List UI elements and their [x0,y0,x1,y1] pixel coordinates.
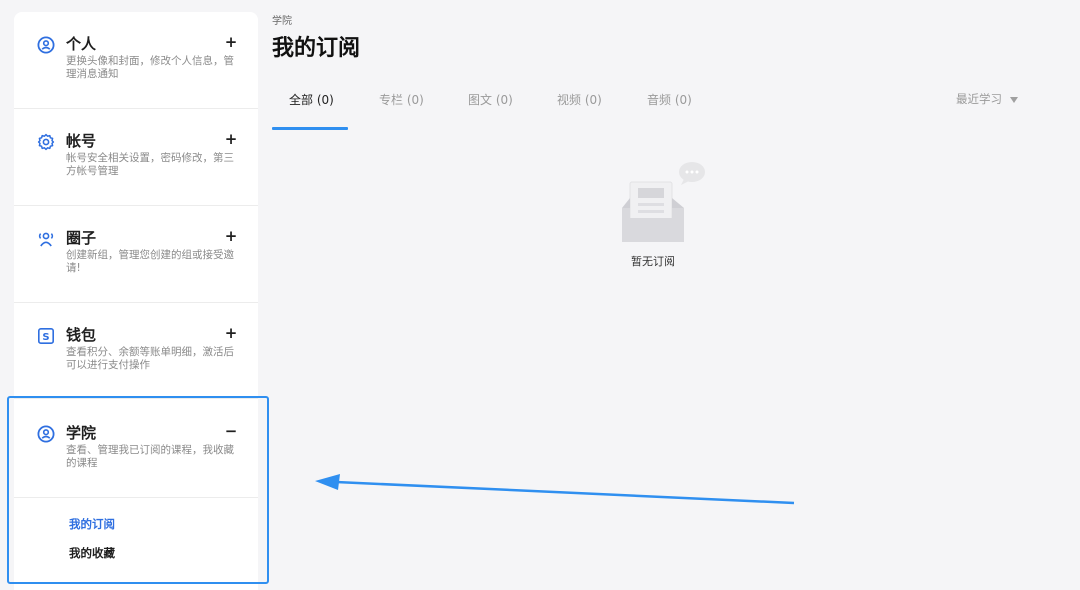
gear-icon [37,133,55,151]
sidebar-section-desc: 查看积分、余额等账单明细，激活后可以进行支付操作 [66,346,234,371]
wallet-icon: S [37,327,54,344]
sidebar-section-personal[interactable]: 个人 + 更换头像和封面，修改个人信息，管理消息通知 [14,12,258,109]
breadcrumb[interactable]: 学院 [272,12,292,27]
sidebar-section-title: 个人 [66,35,97,53]
sidebar-section-groups[interactable]: 圈子 + 创建新组，管理您创建的组或接受邀请! [14,206,258,303]
tab-column[interactable]: 专栏 (0) [379,91,424,108]
svg-text:S: S [42,332,49,343]
sidebar-section-title: 帐号 [66,132,97,150]
sidebar-section-title: 钱包 [66,326,97,344]
active-tab-indicator [272,127,348,130]
empty-inbox-icon [622,162,705,242]
sidebar-section-desc: 创建新组，管理您创建的组或接受邀请! [66,249,234,274]
sort-label: 最近学习 [956,92,1002,106]
tab-video[interactable]: 视频 (0) [557,91,602,108]
sidebar-section-desc: 帐号安全相关设置，密码修改，第三方帐号管理 [66,152,234,177]
sidebar-section-title: 圈子 [66,229,97,247]
empty-state-text: 暂无订阅 [631,255,675,268]
expand-toggle[interactable]: + [224,131,238,147]
tab-audio[interactable]: 音频 (0) [647,91,692,108]
user-circle-icon [37,36,55,54]
expand-toggle[interactable]: + [224,325,238,341]
caret-down-icon [1010,96,1018,103]
expand-toggle[interactable]: + [224,34,238,50]
sidebar-section-wallet[interactable]: S 钱包 + 查看积分、余额等账单明细，激活后可以进行支付操作 [14,303,258,399]
tab-all[interactable]: 全部 (0) [289,91,334,108]
sidebar-section-account[interactable]: 帐号 + 帐号安全相关设置，密码修改，第三方帐号管理 [14,109,258,206]
tab-article[interactable]: 图文 (0) [468,91,513,108]
highlight-box [7,396,269,584]
sort-dropdown[interactable]: 最近学习 [956,91,1018,107]
expand-toggle[interactable]: + [224,228,238,244]
group-icon [38,232,54,247]
page-title: 我的订阅 [272,36,361,61]
sidebar-section-desc: 更换头像和封面，修改个人信息，管理消息通知 [66,55,234,80]
